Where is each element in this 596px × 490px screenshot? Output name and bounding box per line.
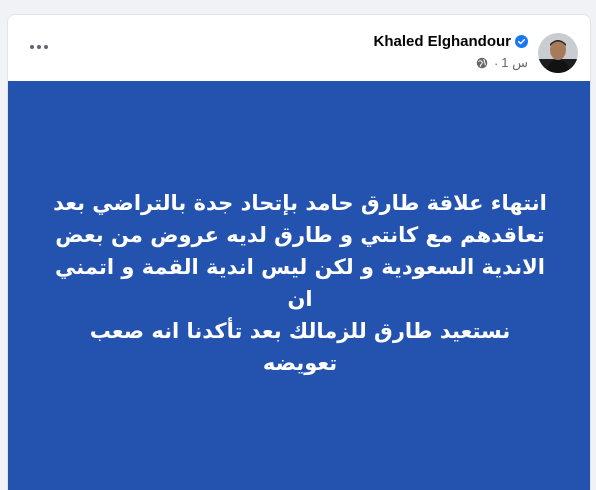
post-card: Khaled Elghandour · 1 س انتهاء علاقة طار…	[7, 14, 591, 490]
author-name-row: Khaled Elghandour	[373, 31, 528, 51]
post-background: انتهاء علاقة طارق حامد بإتحاد جدة بالترا…	[8, 81, 590, 490]
more-options-button[interactable]	[26, 39, 52, 55]
post-text-line: الاندية السعودية و لكن ليس اندية القمة و…	[55, 255, 545, 311]
post-text-line: تعاقدهم مع كانتي و طارق لديه عروض من بعض	[55, 223, 545, 247]
post-text-line: نستعيد طارق للزمالك بعد تأكدنا انه صعب ت…	[89, 319, 511, 375]
post-text: انتهاء علاقة طارق حامد بإتحاد جدة بالترا…	[50, 187, 550, 379]
meta-separator: ·	[493, 55, 499, 71]
more-options-dot	[44, 45, 48, 49]
author-avatar[interactable]	[538, 33, 578, 73]
more-options-icon	[30, 45, 34, 49]
post-timestamp[interactable]: 1 س	[501, 55, 528, 71]
post-header: Khaled Elghandour · 1 س	[373, 31, 578, 83]
author-info: Khaled Elghandour · 1 س	[373, 31, 528, 71]
author-name[interactable]: Khaled Elghandour	[373, 33, 511, 50]
post-text-line: انتهاء علاقة طارق حامد بإتحاد جدة بالترا…	[53, 191, 547, 215]
more-options-dot	[37, 45, 41, 49]
post-meta: · 1 س	[476, 55, 528, 71]
verified-badge-icon	[515, 34, 528, 48]
avatar-image	[538, 33, 578, 73]
globe-icon[interactable]	[476, 57, 488, 69]
